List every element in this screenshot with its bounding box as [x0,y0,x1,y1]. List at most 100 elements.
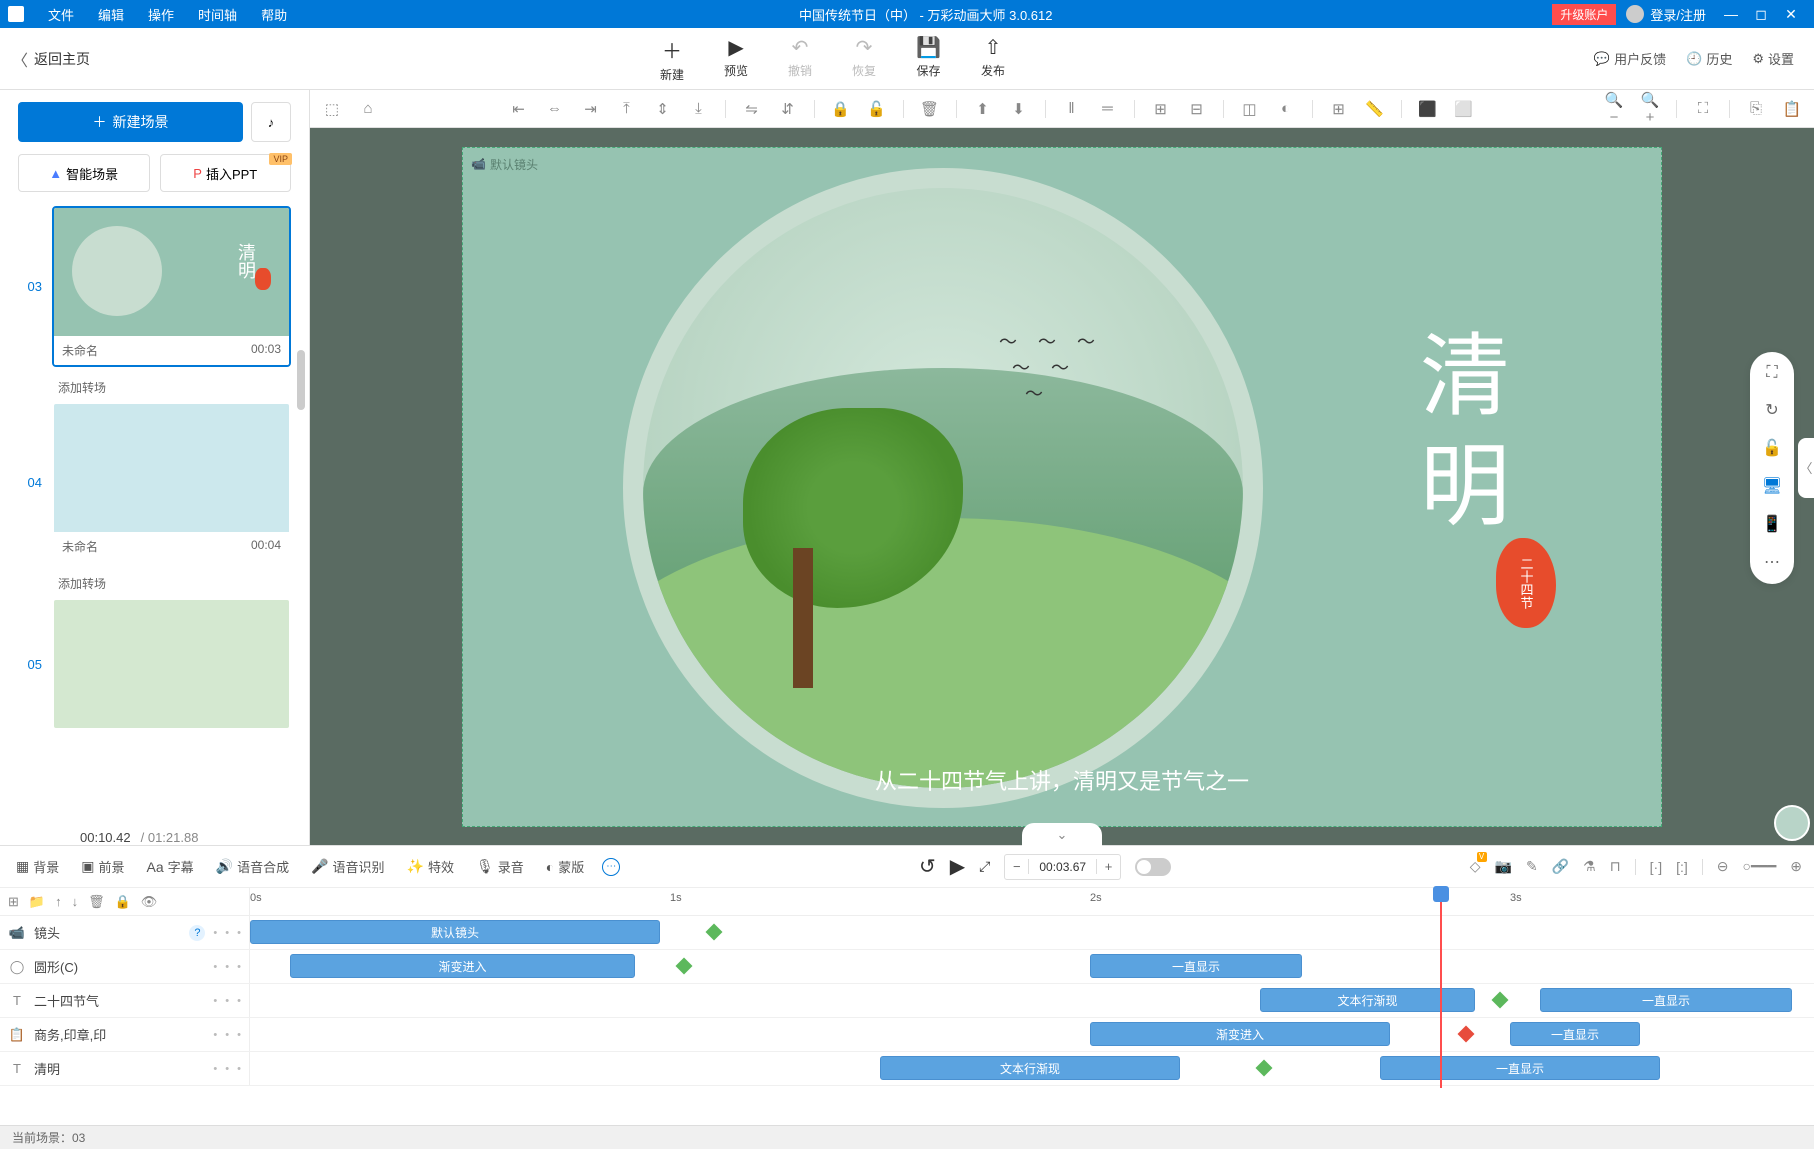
feedback-button[interactable]: 💬用户反馈 [1594,49,1666,68]
tab-tts[interactable]: 🔊语音合成 [212,857,293,876]
keyframe-diamond[interactable] [1256,1060,1273,1077]
lock-icon[interactable]: 🔒 [115,894,131,910]
align-left-icon[interactable]: ⇤ [509,100,529,118]
canvas[interactable]: 📹 默认镜头 〜 〜 〜 〜 〜 〜 清明 二十四节 从二十四节气上讲，清明又是… [462,147,1662,827]
track-options[interactable]: ••• [213,961,241,973]
desktop-icon[interactable]: 🖥 [1762,476,1782,496]
mask-icon[interactable]: ◐ [1276,100,1296,117]
track-content[interactable]: 渐变进入一直显示 [250,1018,1814,1051]
ruler-icon[interactable]: 📏 [1365,100,1385,118]
track-content[interactable]: 渐变进入一直显示 [250,950,1814,983]
menu-edit[interactable]: 编辑 [86,5,136,24]
unlock-icon[interactable]: 🔓 [1762,438,1782,458]
tab-effect[interactable]: ✨特效 [403,857,458,876]
timeline-clip[interactable]: 默认镜头 [250,920,660,944]
flip-h-icon[interactable]: ⇋ [742,100,762,118]
keyframe-diamond[interactable] [1458,1026,1475,1043]
up-icon[interactable]: ↑ [55,894,62,909]
tab-record[interactable]: 🎙录音 [472,857,528,876]
minimize-button[interactable]: — [1716,6,1746,22]
keyframe-icon[interactable]: ◇ [1470,858,1481,875]
upgrade-button[interactable]: 升级账户 [1552,4,1616,25]
align-top-icon[interactable]: ⤒ [617,100,637,117]
edit-icon[interactable]: ✎ [1526,858,1538,875]
grid-icon[interactable]: ⊞ [1329,100,1349,118]
tab-foreground[interactable]: ▣前景 [77,857,128,876]
timeline-clip[interactable]: 一直显示 [1540,988,1792,1012]
menu-timeline[interactable]: 时间轴 [186,5,249,24]
delete-icon[interactable]: 🗑 [920,100,940,118]
time-input[interactable]: − 00:03.67 + [1004,854,1121,880]
loop-toggle[interactable] [1135,858,1171,876]
tab-subtitle[interactable]: Aa字幕 [143,857,198,876]
folder-icon[interactable]: 📁 [29,894,45,910]
title-text[interactable]: 清明 [1391,328,1521,548]
mobile-icon[interactable]: 📱 [1762,514,1782,534]
timeline-track[interactable]: 📹镜头?•••默认镜头 [0,916,1814,950]
add-transition-button[interactable]: 添加转场 [18,373,291,402]
filter-icon[interactable]: ⚗ [1583,858,1596,875]
scene-item-04[interactable]: 04 未命名00:04 [18,402,291,563]
more-icon[interactable]: ⋯ [1764,552,1780,572]
preview-badge[interactable] [1774,805,1810,841]
camera-icon[interactable]: 📷 [1495,858,1512,875]
preview-button[interactable]: ▶预览 [724,35,748,83]
link-icon[interactable]: 🔗 [1552,858,1569,875]
tab-mask[interactable]: ◐蒙版 [542,857,588,876]
track-content[interactable]: 默认镜头 [250,916,1814,949]
insert-ppt-button[interactable]: P 插入PPT VIP [160,154,292,192]
distribute-h-icon[interactable]: ‖ [1062,100,1082,117]
align-center-v-icon[interactable]: ⇕ [653,100,673,118]
timeline-clip[interactable]: 文本行渐现 [1260,988,1475,1012]
scrollbar[interactable] [297,350,305,410]
timeline-clip[interactable]: 文本行渐现 [880,1056,1180,1080]
zoom-in-tl-icon[interactable]: ⊕ [1790,858,1802,875]
crop-icon[interactable]: ◫ [1240,100,1260,118]
group-icon[interactable]: ⊞ [1151,100,1171,118]
expand-right-button[interactable]: 〈 [1798,438,1814,498]
back-home-button[interactable]: 〈 返回主页 [0,47,240,71]
seal-stamp[interactable]: 二十四节 [1496,538,1556,628]
keyframe-diamond[interactable] [1492,992,1509,1009]
subtitle-text[interactable]: 从二十四节气上讲，清明又是节气之一 [875,764,1249,796]
music-button[interactable]: ♪ [251,102,291,142]
menu-help[interactable]: 帮助 [249,5,299,24]
align-right-icon[interactable]: ⇥ [581,100,601,118]
play-button[interactable]: ▶ [950,854,965,879]
eye-icon[interactable]: 👁 [141,894,158,910]
expand-icon[interactable]: ⤢ [979,858,990,875]
timeline-track[interactable]: T二十四节气•••文本行渐现一直显示 [0,984,1814,1018]
send-back-icon[interactable]: ⬜ [1454,100,1474,118]
help-icon[interactable]: ? [189,925,205,941]
circle-shape[interactable]: 〜 〜 〜 〜 〜 〜 [623,168,1263,808]
playhead[interactable] [1440,888,1442,1088]
fit-icon[interactable]: ⛶ [1693,100,1713,117]
tab-background[interactable]: ▦背景 [12,857,63,876]
bring-front-icon[interactable]: ⬛ [1418,100,1438,118]
fullscreen-icon[interactable]: ⛶ [1766,364,1777,382]
timeline-track[interactable]: T清明•••文本行渐现一直显示 [0,1052,1814,1086]
time-plus-button[interactable]: + [1096,859,1120,874]
copy-icon[interactable]: ⎘ [1746,100,1766,117]
timeline-clip[interactable]: 渐变进入 [290,954,635,978]
maximize-button[interactable]: ◻ [1746,6,1776,23]
redo-button[interactable]: ↷恢复 [852,35,876,83]
history-button[interactable]: 🕘历史 [1686,49,1732,68]
timeline-clip[interactable]: 一直显示 [1510,1022,1640,1046]
user-area[interactable]: 登录/注册 [1616,5,1716,24]
timeline-clip[interactable]: 一直显示 [1380,1056,1660,1080]
track-options[interactable]: ••• [213,1029,241,1041]
scene-thumbnail[interactable]: 未命名00:04 [52,402,291,563]
add-track-icon[interactable]: ⊞ [8,894,19,910]
cursor-icon[interactable]: ⬚ [322,100,342,118]
scene-thumbnail[interactable] [52,598,291,730]
trash-icon[interactable]: 🗑 [88,894,105,910]
smart-scene-button[interactable]: ▲ 智能场景 [18,154,150,192]
collapse-button[interactable]: ⌄ [1022,823,1102,847]
new-scene-button[interactable]: ＋ 新建场景 [18,102,243,142]
keyframe-diamond[interactable] [706,924,723,941]
scene-item-03[interactable]: 03 清明 未命名00:03 [18,206,291,367]
keyframe-diamond[interactable] [676,958,693,975]
undo-button[interactable]: ↶撤销 [788,35,812,83]
rewind-button[interactable]: ↺ [919,854,936,879]
